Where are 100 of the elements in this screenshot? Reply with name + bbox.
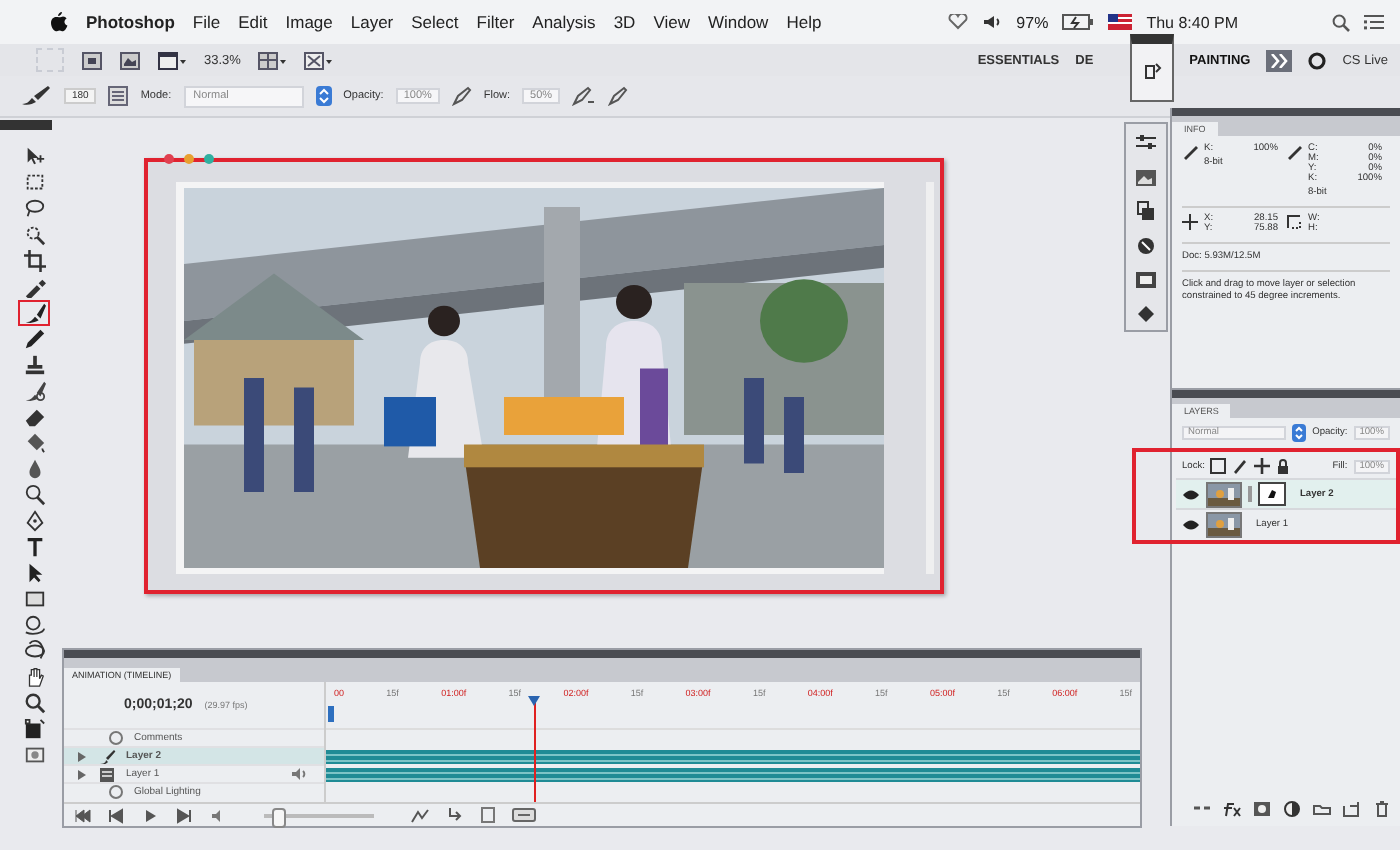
lock-transparency-icon[interactable] [1210,458,1227,474]
lock-position-icon[interactable] [1254,458,1271,474]
marquee-icon [23,172,45,194]
menu-item[interactable]: File [192,12,221,32]
clock: Thu 8:40 PM [1146,13,1238,31]
styles-icon [1134,234,1158,258]
first-frame-icon[interactable] [74,807,92,823]
list-icon[interactable] [1364,14,1384,30]
eyedropper-icon [1286,144,1302,160]
stopwatch-icon[interactable] [108,730,124,746]
panel-button[interactable] [1134,130,1158,154]
menu-item[interactable]: View [653,12,690,32]
speaker-icon[interactable] [982,14,1003,30]
move-icon [23,146,45,168]
menu-item[interactable]: Layer [350,12,394,32]
mini-bridge-icon[interactable] [120,51,140,69]
trash-icon[interactable] [480,806,496,824]
zoom-icon [23,692,45,714]
layer-thumbnail [1206,481,1242,507]
menu-item[interactable]: Photoshop [86,12,175,32]
next-frame-icon[interactable] [176,807,194,823]
zoom-in-icon[interactable] [410,807,430,823]
panel-button[interactable] [1134,198,1158,222]
stamp-icon [23,354,45,376]
more-workspaces-button[interactable] [1266,49,1293,71]
crosshair-icon [1182,214,1198,230]
hand-icon [23,666,45,688]
screen-mode-icon[interactable] [304,51,333,69]
paths-icon [1134,302,1158,326]
lock-pixels-icon[interactable] [1232,458,1249,474]
adjustment-layer-icon[interactable] [1282,800,1302,818]
fx-icon[interactable] [1222,800,1242,818]
menu-item[interactable]: Help [786,12,822,32]
menu-item[interactable]: Image [285,12,333,32]
menu-item[interactable]: Filter [476,12,515,32]
eraser-icon [23,406,45,428]
slider-thumb[interactable] [271,807,285,827]
bridge-icon[interactable] [82,51,102,69]
dropdown-stepper-icon[interactable] [1292,424,1307,442]
brush-icon[interactable] [20,86,52,106]
menu-item[interactable]: Select [411,12,459,32]
quick-select-icon [23,224,45,246]
eye-icon[interactable] [1182,487,1200,501]
quick-mask-icon [23,744,45,766]
flag-icon[interactable] [1108,14,1133,30]
eyedropper-icon [1182,144,1198,160]
brush-icon [23,302,45,324]
pressure-opacity-icon[interactable] [451,86,472,106]
orbit-3d-icon [23,640,45,662]
battery-percent: 97% [1016,13,1049,31]
collapsed-panel-bar [0,120,52,130]
folder-icon[interactable] [1312,800,1332,818]
previous-frame-icon[interactable] [108,807,126,823]
stopwatch-icon[interactable] [108,784,124,800]
lock-icon[interactable] [1276,458,1291,474]
trash-icon[interactable] [1372,800,1392,818]
heart-icon[interactable] [948,14,969,30]
history-icon[interactable] [1140,60,1164,84]
menu-item[interactable]: Window [707,12,769,32]
eye-icon[interactable] [1182,517,1200,531]
pencil-icon [23,328,45,350]
search-icon[interactable] [1332,13,1350,31]
new-layer-icon[interactable] [1342,800,1362,818]
layer-mask-thumbnail[interactable] [1258,482,1286,506]
work-area-handle[interactable] [328,706,334,722]
menu-item[interactable]: Edit [238,12,268,32]
selection-size-icon [1286,214,1302,230]
cs-live-icon[interactable] [1308,51,1327,69]
pen-icon [23,510,45,532]
dodge-icon [23,484,45,506]
menu-item[interactable]: Analysis [532,12,596,32]
masks-icon [1134,268,1158,292]
menu-item[interactable]: 3D [613,12,636,32]
panel-button[interactable] [1134,232,1158,256]
rotate-3d-icon [23,614,45,636]
lasso-icon [23,198,45,220]
color-swatch-icon [23,718,45,740]
pressure-size-icon[interactable] [608,86,629,106]
arrange-documents-icon[interactable] [258,51,287,69]
panel-button[interactable] [1134,266,1158,290]
swatches-icon [1134,166,1158,190]
panel-button[interactable] [1134,164,1158,188]
dropdown-stepper-icon[interactable] [315,86,332,106]
tool-button[interactable] [18,248,50,274]
type-icon [23,536,45,558]
panel-button[interactable] [1134,300,1158,324]
history-brush-icon [23,380,45,402]
crop-icon [23,250,45,272]
film-icon [98,765,116,783]
mode-toggle-icon[interactable] [512,808,536,822]
airbrush-icon[interactable] [572,86,597,106]
play-icon[interactable] [142,807,160,823]
layer-thumbnail [1206,511,1242,537]
view-extras-icon[interactable] [158,51,186,69]
battery-icon[interactable] [1062,14,1095,30]
convert-icon[interactable] [446,806,464,824]
apple-icon[interactable] [50,12,68,32]
brush-panel-icon[interactable] [108,86,129,106]
eyedropper-icon [23,276,45,298]
add-mask-icon[interactable] [1252,800,1272,818]
